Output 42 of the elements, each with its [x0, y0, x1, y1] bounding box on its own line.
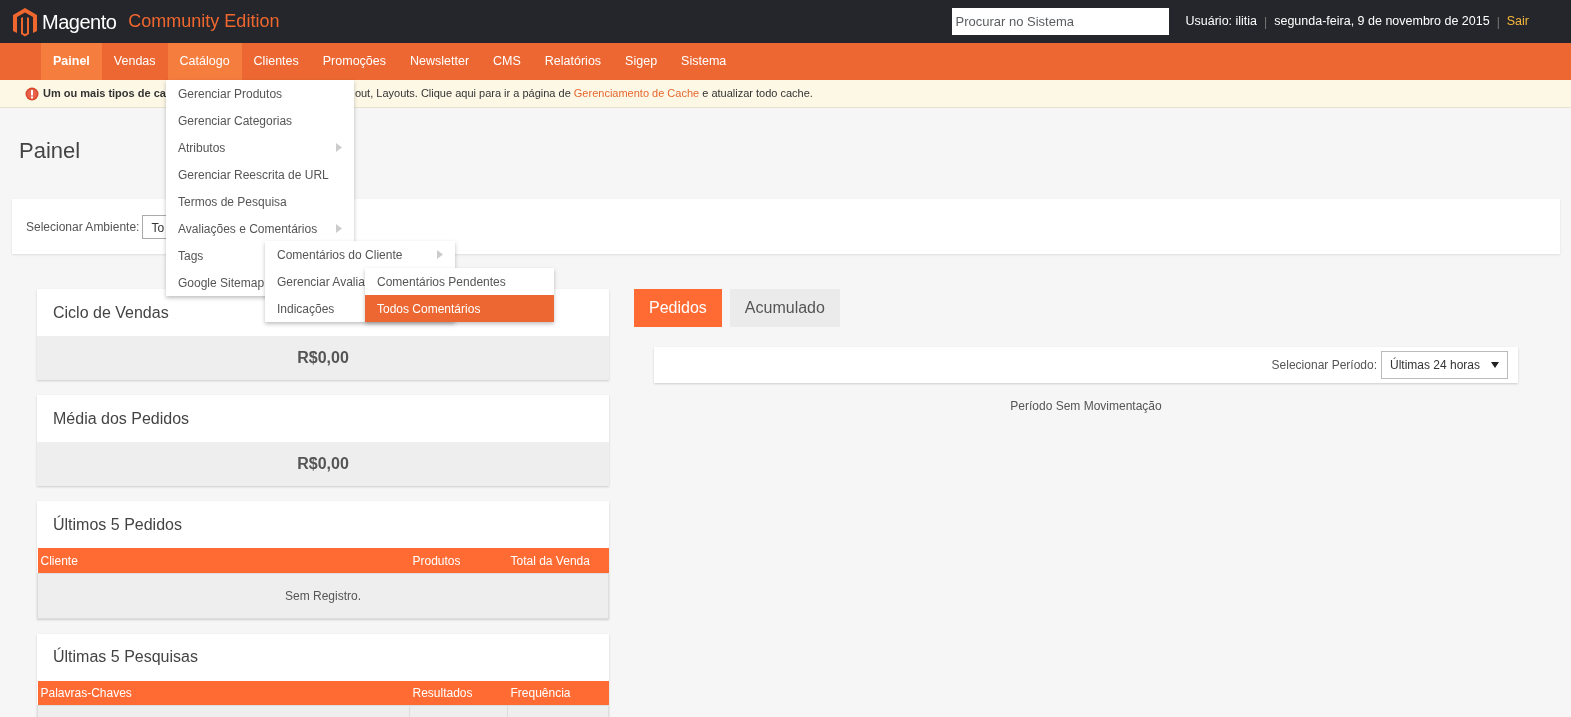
column-header: Palavras-Chaves: [37, 680, 410, 706]
period-select[interactable]: Últimas 24 horas: [1381, 351, 1508, 380]
chart-tab[interactable]: Acumulado: [729, 289, 840, 328]
column-header: Resultados: [409, 680, 508, 706]
user-label: Usuário: ilitia: [1185, 13, 1258, 31]
warning-icon: [25, 86, 39, 101]
caret-icon: [1491, 362, 1499, 369]
menu-item[interactable]: Termos de Pesquisa: [166, 188, 354, 215]
search-field[interactable]: Procurar no Sistema: [951, 8, 1169, 35]
menu-item[interactable]: Comentários Pendentes: [365, 268, 554, 295]
logo-icon: [12, 6, 38, 37]
submenu-arrow-icon: [336, 143, 342, 152]
panel-title: Últimos 5 Pedidos: [53, 514, 182, 535]
panel-value: R$0,00: [37, 336, 609, 381]
submenu-arrow-icon: [437, 250, 443, 259]
panel-value: R$0,00: [37, 442, 609, 487]
menu-item[interactable]: Comentários do Cliente: [265, 241, 455, 268]
submenu-arrow-icon: [336, 224, 342, 233]
column-header: Total da Venda: [507, 548, 609, 574]
notice-text: out, Layouts. Clique aqui para ir a página de Gerenciamento de Cache e atualizar todo cache.: [354, 86, 813, 102]
empty-message: Sem Registro.: [37, 573, 609, 619]
panel-title: Últimas 5 Pesquisas: [53, 646, 198, 668]
menu-item[interactable]: Atributos: [166, 134, 354, 161]
store-label: Selecionar Ambiente:: [26, 218, 140, 236]
empty-message: Período Sem Movimentação: [1010, 399, 1162, 414]
menu-item[interactable]: Gerenciar Categorias: [166, 107, 354, 134]
menu-item[interactable]: Gerenciar Reescrita de URL: [166, 161, 354, 188]
period-label: Selecionar Período:: [1271, 357, 1377, 375]
column-header: Frequência: [507, 680, 609, 706]
separator: |: [1496, 13, 1500, 31]
notice-text: Um ou mais tipos de ca: [43, 86, 166, 102]
column-header: Produtos: [409, 548, 508, 574]
column-header: Cliente: [37, 548, 410, 574]
edition-label: Community Edition: [128, 10, 280, 33]
brand-name: Magento: [42, 9, 117, 35]
menu-item[interactable]: Gerenciar Produtos: [166, 80, 354, 107]
panel-title: Média dos Pedidos: [53, 408, 190, 429]
date-label: segunda-feira, 9 de novembro de 2015: [1274, 13, 1490, 31]
panel-title: Ciclo de Vendas: [53, 302, 169, 323]
logout-link[interactable]: Sair: [1506, 12, 1529, 31]
page-title: Painel: [19, 138, 81, 165]
separator: |: [1264, 13, 1268, 31]
